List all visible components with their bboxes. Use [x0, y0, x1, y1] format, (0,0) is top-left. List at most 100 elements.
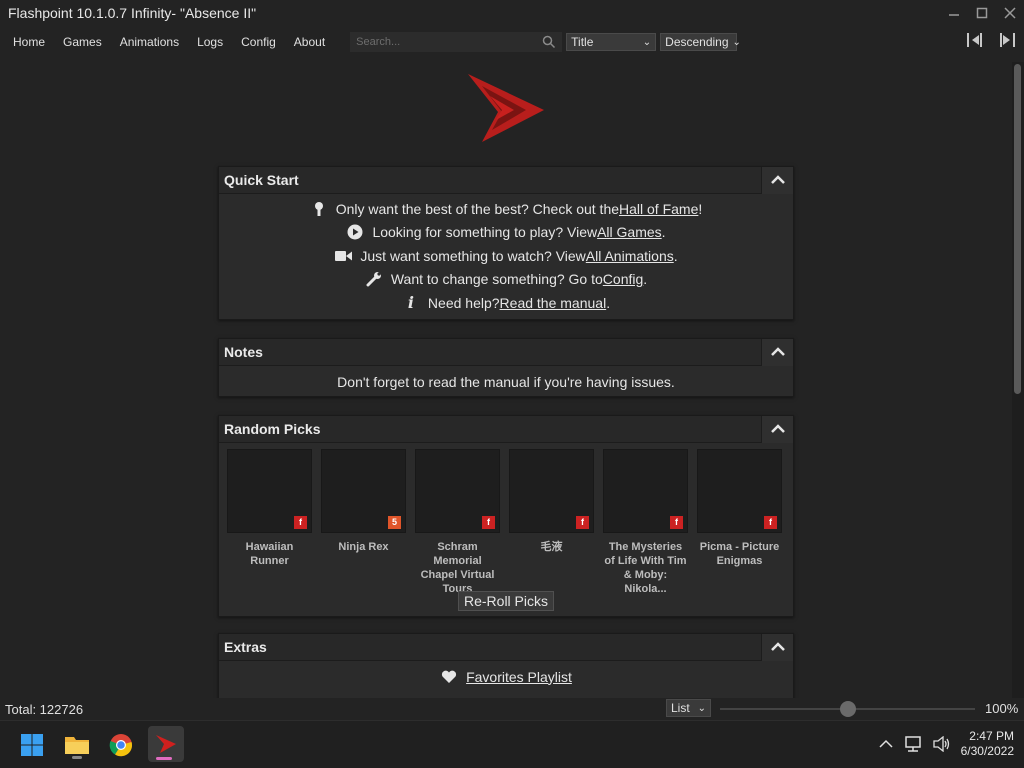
title-bar: Flashpoint 10.1.0.7 Infinity- "Absence I…	[0, 0, 1024, 26]
chevron-up-icon	[770, 642, 785, 651]
taskbar-chrome[interactable]	[105, 729, 137, 761]
line-text: Just want something to watch? View	[360, 247, 586, 264]
panel-header: Extras	[219, 633, 793, 661]
search-input[interactable]	[351, 36, 537, 48]
zoom-percentage: 100%	[985, 701, 1019, 716]
chevron-down-icon: ⌄	[697, 702, 706, 714]
minimize-icon	[949, 14, 959, 16]
line-punct: .	[606, 294, 611, 311]
random-pick-card[interactable]: f The Mysteries of Life With Tim & Moby:…	[603, 449, 688, 596]
game-thumbnail[interactable]: f	[227, 449, 312, 533]
game-title: Ninja Rex	[338, 541, 389, 553]
game-thumbnail[interactable]: 5	[321, 449, 406, 533]
sort-order-select[interactable]: Descending ⌄	[660, 33, 741, 51]
collapse-button[interactable]	[761, 415, 793, 443]
random-pick-card[interactable]: 5 Ninja Rex	[321, 449, 406, 596]
running-indicator	[72, 756, 82, 759]
start-button[interactable]	[16, 729, 48, 761]
flash-icon: f	[764, 516, 777, 529]
toggle-left-sidebar-icon[interactable]	[966, 31, 984, 49]
minimize-button[interactable]	[940, 0, 968, 26]
flash-icon: f	[576, 516, 589, 529]
random-pick-card[interactable]: f Hawaiian Runner	[227, 449, 312, 596]
maximize-icon	[976, 7, 988, 19]
random-pick-card[interactable]: f Picma - Picture Enigmas	[697, 449, 782, 596]
line-punct: .	[673, 247, 678, 264]
chevron-down-icon: ⌄	[642, 36, 652, 48]
game-thumbnail[interactable]: f	[603, 449, 688, 533]
menu-config[interactable]: Config	[232, 35, 285, 49]
favorites-playlist-link[interactable]: Favorites Playlist	[466, 669, 572, 685]
quick-start-line: Looking for something to play? View All …	[219, 221, 793, 245]
heart-icon	[440, 668, 458, 686]
menu-games[interactable]: Games	[54, 35, 111, 49]
read-manual-link[interactable]: Read the manual	[500, 295, 607, 311]
collapse-button[interactable]	[761, 633, 793, 661]
hall-of-fame-link[interactable]: Hall of Fame	[619, 201, 698, 217]
menu-bar: Home Games Animations Logs Config About …	[0, 28, 1024, 56]
view-mode-value: List	[671, 701, 690, 715]
panel-header: Random Picks	[219, 415, 793, 443]
info-icon: i	[407, 293, 414, 313]
volume-icon[interactable]	[932, 736, 951, 752]
zoom-slider-thumb[interactable]	[839, 701, 856, 717]
panel-title: Notes	[224, 344, 263, 360]
collapse-button[interactable]	[761, 338, 793, 366]
taskbar-flashpoint[interactable]	[148, 726, 184, 762]
search-icon[interactable]	[542, 35, 556, 49]
clock-date: 6/30/2022	[960, 744, 1014, 758]
all-games-link[interactable]: All Games	[597, 224, 662, 240]
quick-start-panel: Quick Start Only want the best of the be…	[218, 166, 794, 320]
chevron-up-icon	[770, 424, 785, 433]
flashpoint-logo	[468, 74, 544, 142]
menu-home[interactable]: Home	[0, 35, 54, 49]
panel-title: Quick Start	[224, 172, 299, 188]
scrollbar-thumb[interactable]	[1014, 64, 1021, 394]
random-pick-card[interactable]: f Schram Memorial Chapel Virtual Tours	[415, 449, 500, 596]
line-punct: .	[661, 224, 666, 241]
menu-logs[interactable]: Logs	[188, 35, 232, 49]
html5-icon: 5	[388, 516, 401, 529]
extras-panel: Extras Favorites Playlist	[218, 633, 794, 698]
video-camera-icon	[334, 247, 352, 265]
sort-field-value: Title	[571, 35, 594, 49]
flash-icon: f	[294, 516, 307, 529]
config-link[interactable]: Config	[603, 271, 643, 287]
line-text: Only want the best of the best? Check ou…	[335, 200, 620, 217]
quick-start-line: Only want the best of the best? Check ou…	[219, 197, 793, 221]
toggle-right-sidebar-icon[interactable]	[998, 31, 1016, 49]
system-clock[interactable]: 2:47 PM 6/30/2022	[961, 729, 1014, 759]
flash-icon: f	[670, 516, 683, 529]
close-icon	[1004, 7, 1016, 19]
close-button[interactable]	[996, 0, 1024, 26]
all-animations-link[interactable]: All Animations	[586, 248, 674, 264]
random-pick-card[interactable]: f 毛液	[509, 449, 594, 596]
file-explorer-icon	[65, 737, 89, 754]
search-box	[350, 32, 563, 52]
game-thumbnail[interactable]: f	[509, 449, 594, 533]
sort-field-select[interactable]: Title ⌄	[566, 33, 657, 51]
line-text: Want to change something? Go to	[390, 271, 603, 288]
menu-about[interactable]: About	[285, 35, 334, 49]
line-text: Looking for something to play? View	[372, 224, 598, 241]
notes-text: Don't forget to read the manual if you'r…	[337, 374, 675, 390]
game-title: The Mysteries of Life With Tim & Moby: N…	[604, 541, 687, 595]
network-icon[interactable]	[903, 736, 923, 752]
chevron-up-icon[interactable]	[879, 739, 893, 749]
play-circle-icon	[346, 223, 364, 241]
reroll-picks-button[interactable]: Re-Roll Picks	[457, 591, 554, 611]
window-title: Flashpoint 10.1.0.7 Infinity- "Absence I…	[8, 5, 257, 21]
home-page: Quick Start Only want the best of the be…	[0, 62, 1012, 698]
view-mode-select[interactable]: List ⌄	[666, 699, 711, 717]
game-title: Hawaiian Runner	[245, 541, 294, 567]
panel-title: Extras	[224, 639, 267, 655]
game-thumbnail[interactable]: f	[697, 449, 782, 533]
chevron-up-icon	[770, 347, 785, 356]
menu-animations[interactable]: Animations	[111, 35, 188, 49]
collapse-button[interactable]	[761, 166, 793, 194]
game-thumbnail[interactable]: f	[415, 449, 500, 533]
picks-row: f Hawaiian Runner 5 Ninja Rex f Schram M…	[219, 443, 793, 596]
award-icon	[310, 200, 328, 218]
maximize-button[interactable]	[968, 0, 996, 26]
taskbar-file-explorer[interactable]	[61, 729, 93, 761]
